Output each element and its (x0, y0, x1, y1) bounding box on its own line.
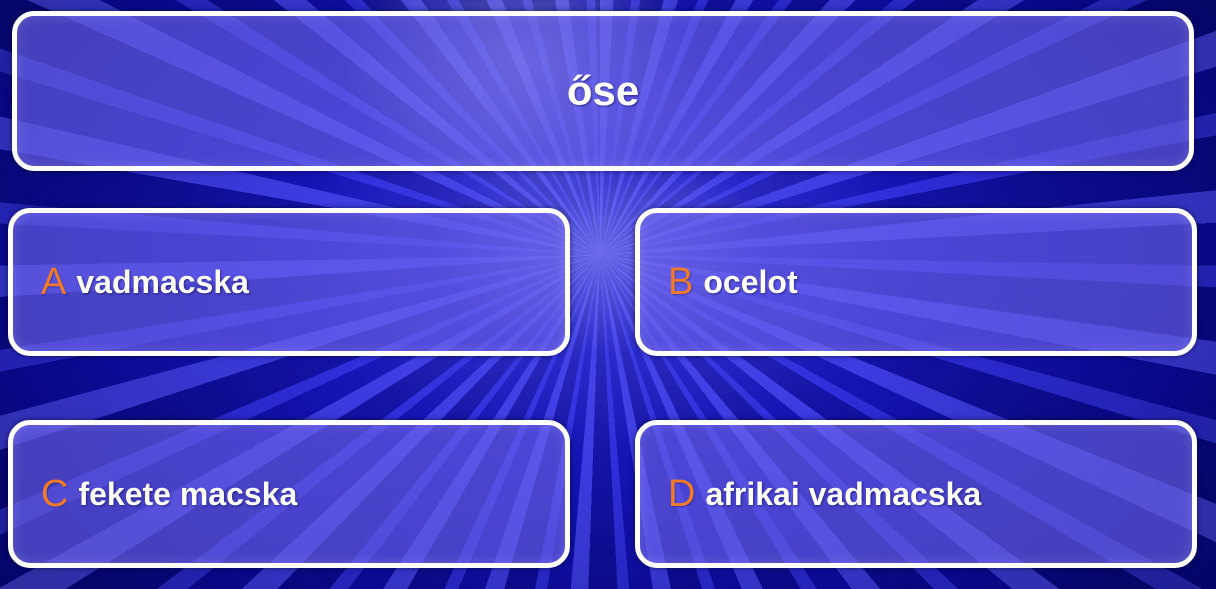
answer-option-d[interactable]: D afrikai vadmacska (635, 420, 1197, 568)
answer-text-b: ocelot (703, 263, 798, 300)
answer-letter-a: A (41, 260, 67, 303)
answer-text-c: fekete macska (78, 475, 298, 512)
answer-letter-b: B (668, 260, 694, 303)
answer-text-a: vadmacska (76, 263, 249, 300)
answer-text-d: afrikai vadmacska (705, 475, 982, 512)
answer-option-b[interactable]: B ocelot (635, 208, 1197, 356)
question-box: őse (12, 11, 1194, 171)
answer-option-a[interactable]: A vadmacska (8, 208, 570, 356)
answer-letter-c: C (41, 472, 69, 515)
answer-letter-d: D (668, 472, 696, 515)
answer-option-c[interactable]: C fekete macska (8, 420, 570, 568)
question-text: őse (566, 67, 640, 114)
